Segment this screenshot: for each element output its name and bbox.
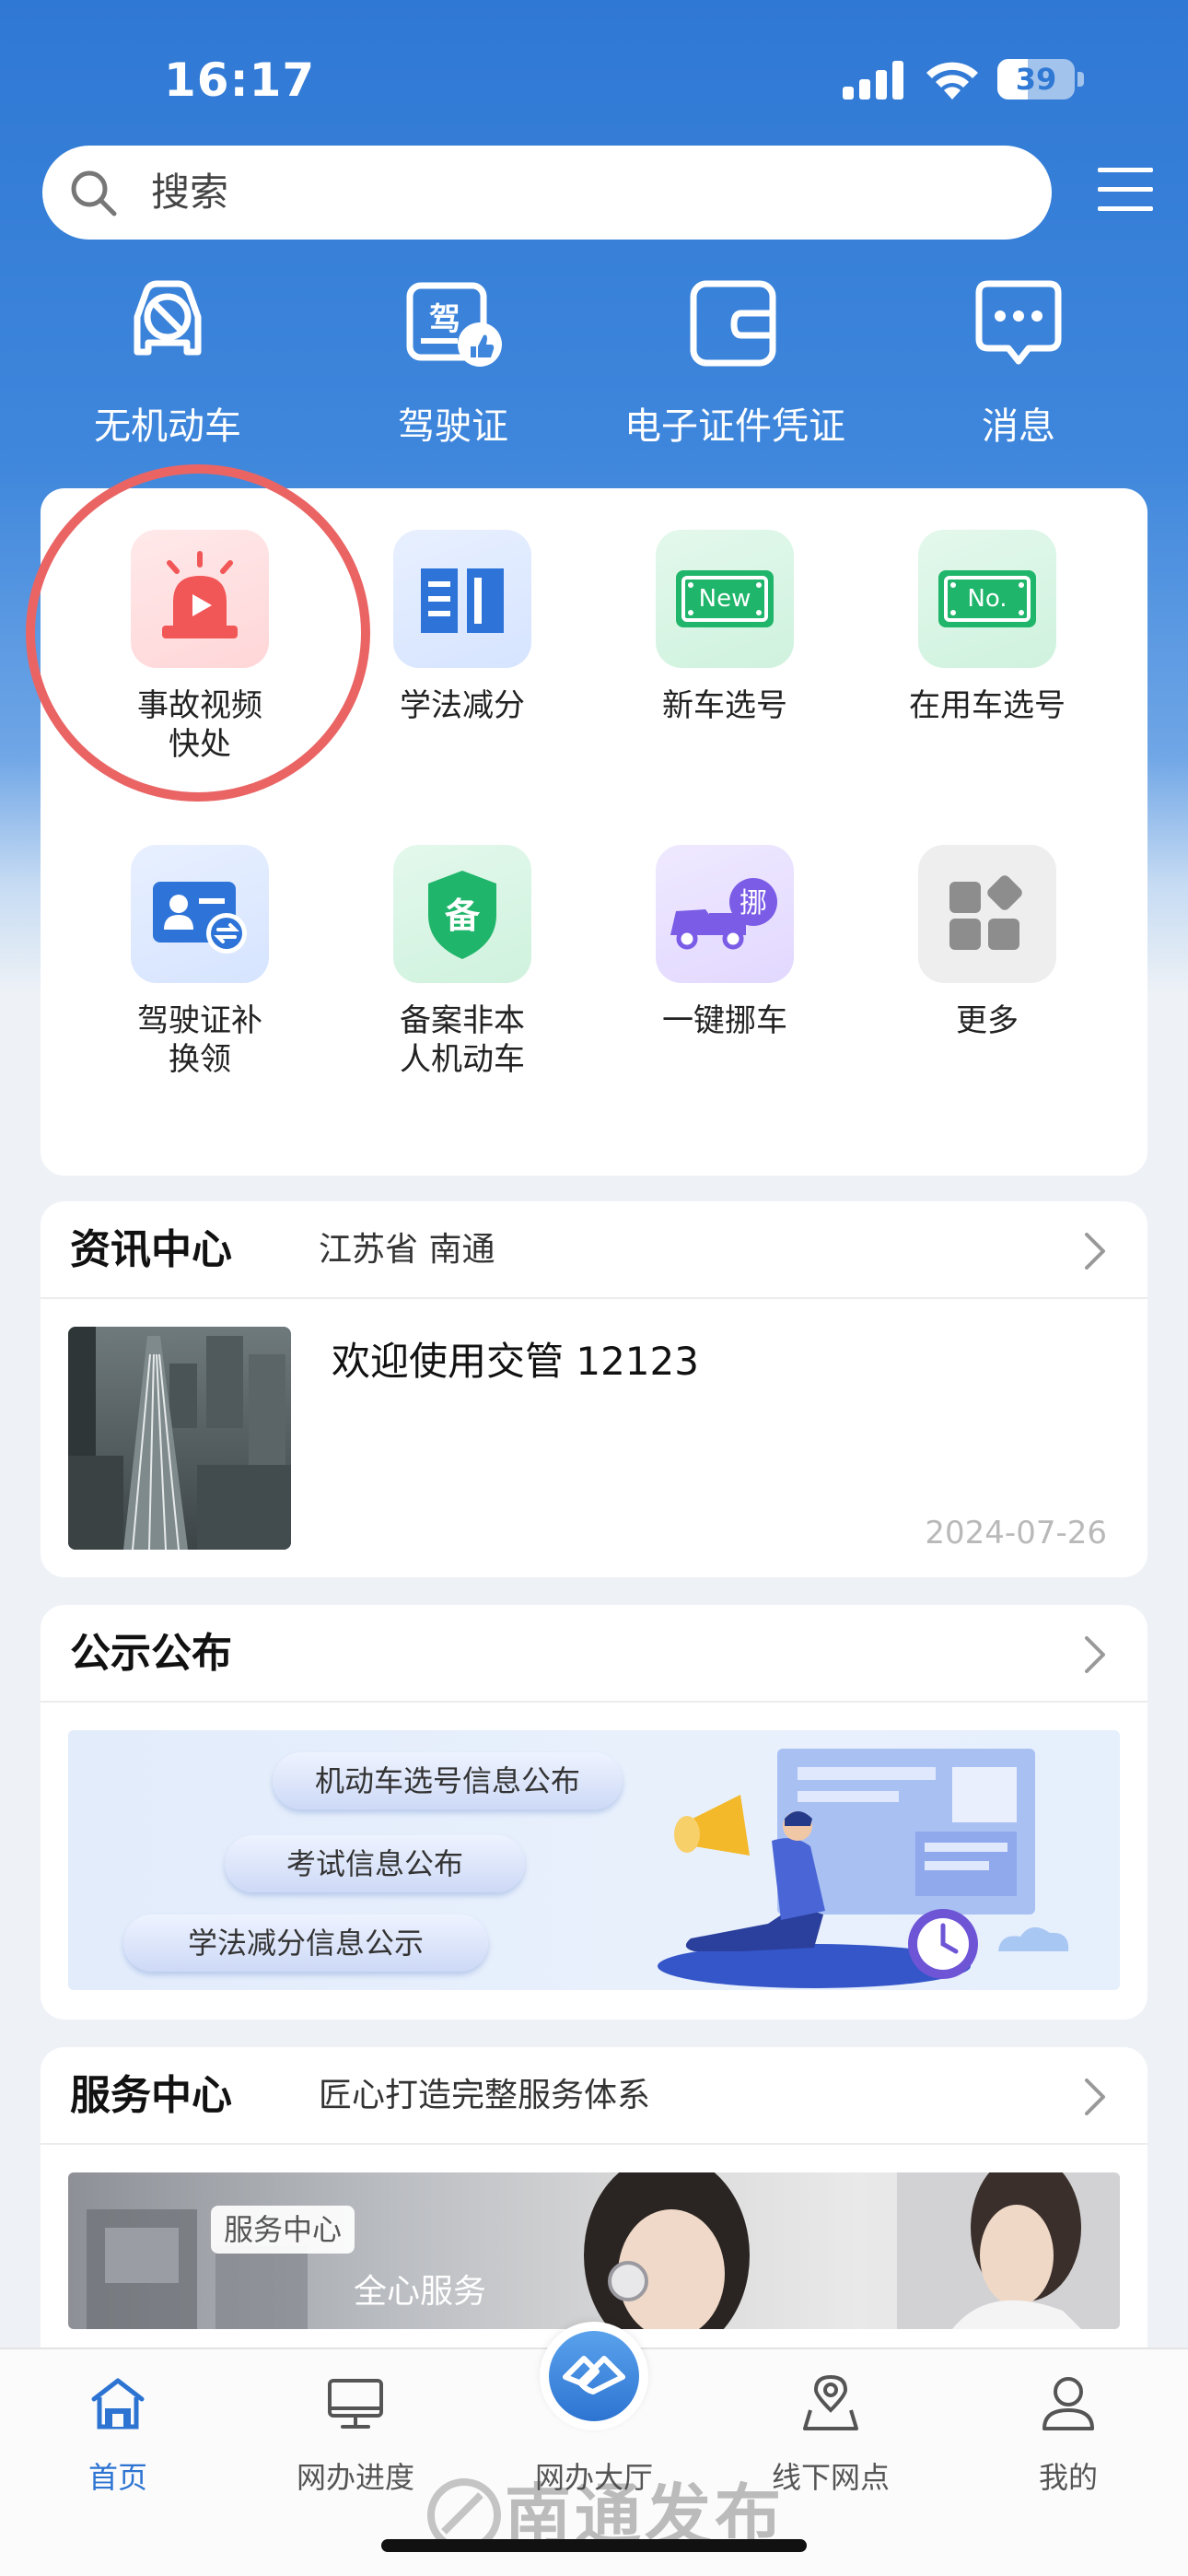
shortcut-e-certificate[interactable]: 电子证件凭证 — [597, 273, 873, 457]
wallet-icon — [690, 280, 776, 367]
service-new-plate[interactable]: New 新车选号 — [605, 530, 844, 806]
status-time: 16:17 — [164, 53, 316, 107]
service-tile — [131, 845, 269, 983]
tab-label: 我的 — [1038, 2460, 1098, 2495]
notice-banner[interactable]: 机动车选号信息公布 考试信息公布 学法减分信息公示 — [68, 1730, 1120, 1990]
news-thumbnail[interactable] — [68, 1327, 291, 1550]
grid-more-icon — [949, 875, 1022, 950]
service-center-tag: 服务中心 — [211, 2206, 355, 2254]
move-badge-text: 挪 — [740, 887, 767, 919]
service-label: 驾驶证补 换领 — [137, 1002, 262, 1078]
shortcut-label: 无机动车 — [94, 405, 241, 448]
wifi-icon — [926, 62, 978, 100]
notice-header[interactable]: 公示公布 — [41, 1605, 1147, 1703]
service-label: 学法减分 — [400, 687, 525, 724]
tab-label: 首页 — [87, 2460, 147, 2495]
service-center-banner[interactable]: 服务中心 全心服务 — [68, 2172, 1120, 2329]
chevron-right-icon — [1085, 2078, 1105, 2115]
service-tile: New — [656, 530, 794, 668]
cellular-signal-icon — [843, 61, 903, 100]
service-label: 一键挪车 — [662, 1002, 787, 1039]
news-region: 江苏省 南通 — [319, 1231, 495, 1269]
service-grid-card: 事故视频 快处 学法减分 New 新车选号 No. 在用车选号 驾驶证补 换领 … — [41, 488, 1147, 1176]
notice-pill-exam[interactable]: 考试信息公布 — [225, 1835, 525, 1892]
shortcut-label: 电子证件凭证 — [624, 405, 845, 448]
service-label: 新车选号 — [662, 687, 787, 724]
news-center-card[interactable]: 资讯中心 江苏省 南通 欢迎使用交管 12123 2024-07-26 — [41, 1201, 1147, 1577]
truck-move-icon: 挪 — [670, 878, 777, 950]
search-bar[interactable]: 搜索 — [42, 146, 1052, 240]
card-title: 资讯中心 — [70, 1226, 232, 1273]
status-bar: 16:17 39 — [0, 0, 1188, 157]
shortcut-license[interactable]: 驾 驾驶证 — [315, 273, 591, 457]
open-book-icon — [421, 568, 504, 633]
shortcut-label: 驾驶证 — [398, 405, 508, 448]
plate-badge-text: New — [699, 585, 751, 613]
no-plate-icon: No. — [938, 570, 1036, 627]
tab-progress[interactable]: 网办进度 — [263, 2373, 448, 2512]
card-title: 公示公布 — [70, 1630, 232, 1677]
service-tile: 挪 — [656, 845, 794, 983]
home-icon — [91, 2378, 145, 2430]
chevron-right-icon — [1085, 1636, 1105, 1673]
user-icon — [1042, 2377, 1094, 2430]
new-plate-icon: New — [676, 570, 774, 627]
service-label: 事故视频 快处 — [137, 687, 262, 763]
chat-bubble-icon — [975, 280, 1062, 365]
plate-badge-text: No. — [967, 585, 1007, 613]
service-study-deduct[interactable]: 学法减分 — [343, 530, 582, 806]
city-road-image — [68, 1327, 291, 1550]
service-tile — [393, 530, 531, 668]
tab-label: 网办进度 — [296, 2460, 414, 2495]
megaphone-illustration — [658, 1749, 1069, 1988]
battery-percent: 39 — [1015, 62, 1057, 97]
notice-pill-plate-selection[interactable]: 机动车选号信息公布 — [273, 1752, 623, 1809]
service-move-car[interactable]: 挪 一键挪车 — [605, 845, 844, 1121]
car-slash-icon — [134, 280, 202, 356]
shield-filing-icon: 备 — [428, 871, 496, 959]
service-center-slogan: 全心服务 — [354, 2273, 487, 2311]
service-center-subtitle: 匠心打造完整服务体系 — [319, 2077, 651, 2114]
map-pin-icon — [803, 2374, 858, 2430]
handshake-icon — [563, 2356, 625, 2395]
notice-card[interactable]: 公示公布 机动车选号信息公布 考试信息公布 学法减分信息公示 — [41, 1605, 1147, 2020]
news-item-title[interactable]: 欢迎使用交管 12123 — [332, 1330, 699, 1387]
battery-icon: 39 — [997, 59, 1084, 100]
service-more[interactable]: 更多 — [868, 845, 1107, 1121]
shortcut-label: 消息 — [982, 405, 1055, 448]
service-tile: 备 — [393, 845, 531, 983]
service-tile — [131, 530, 269, 668]
chevron-right-icon — [1085, 1233, 1105, 1270]
service-center-header[interactable]: 服务中心 匠心打造完整服务体系 — [41, 2047, 1147, 2145]
shield-badge-text: 备 — [445, 896, 481, 936]
service-tile: No. — [918, 530, 1056, 668]
notice-pill-study-deduct[interactable]: 学法减分信息公示 — [123, 1914, 488, 1972]
news-item-date: 2024-07-26 — [925, 1515, 1107, 1551]
svg-text:驾: 驾 — [429, 301, 460, 338]
service-label: 在用车选号 — [909, 687, 1066, 724]
search-input[interactable]: 搜索 — [151, 146, 228, 240]
service-filing-vehicle[interactable]: 备 备案非本 人机动车 — [343, 845, 582, 1121]
tab-home[interactable]: 首页 — [26, 2373, 210, 2512]
menu-icon[interactable] — [1098, 166, 1153, 214]
search-icon — [71, 170, 117, 217]
tab-mine[interactable]: 我的 — [976, 2373, 1160, 2512]
siren-video-icon — [162, 551, 238, 638]
license-like-icon: 驾 — [406, 282, 502, 367]
service-label: 备案非本 人机动车 — [400, 1002, 525, 1078]
service-license-renewal[interactable]: 驾驶证补 换领 — [80, 845, 320, 1121]
news-center-header[interactable]: 资讯中心 江苏省 南通 — [41, 1201, 1147, 1299]
shortcut-no-vehicle[interactable]: 无机动车 — [29, 273, 306, 457]
shortcut-messages[interactable]: 消息 — [880, 273, 1157, 457]
monitor-icon — [328, 2379, 383, 2429]
service-tile — [918, 845, 1056, 983]
service-used-plate[interactable]: No. 在用车选号 — [868, 530, 1107, 806]
card-title: 服务中心 — [70, 2072, 232, 2119]
center-tab-button[interactable] — [540, 2322, 648, 2430]
service-label: 更多 — [956, 1002, 1019, 1039]
home-indicator — [381, 2539, 807, 2552]
service-accident-video[interactable]: 事故视频 快处 — [80, 530, 320, 806]
id-card-swap-icon — [153, 882, 247, 954]
